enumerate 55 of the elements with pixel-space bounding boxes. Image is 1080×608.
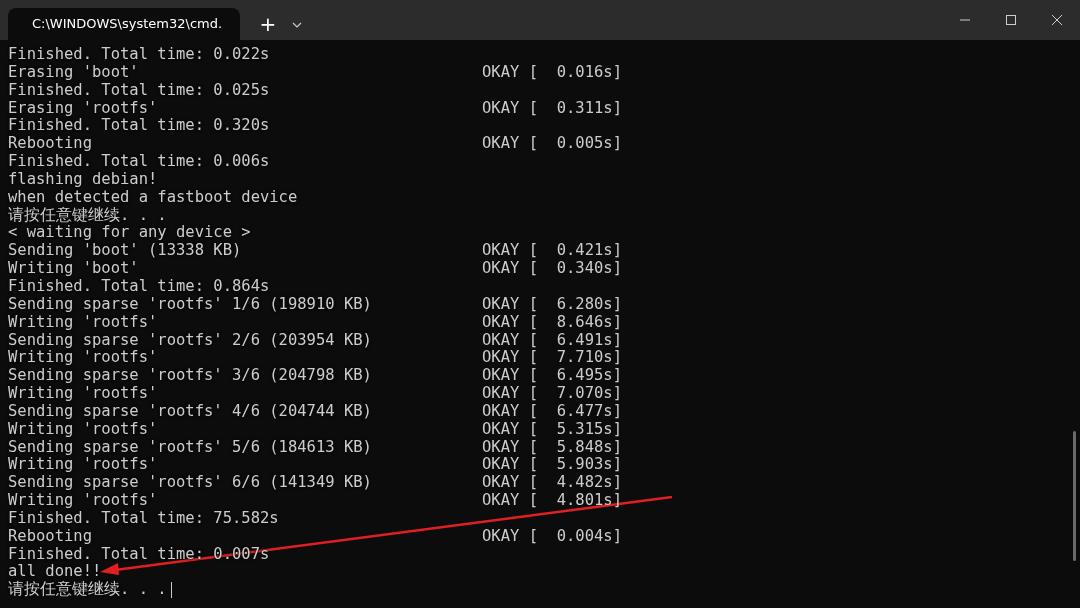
console-line: < waiting for any device > — [8, 224, 252, 243]
status-text: OKAY [ 0.340s] — [482, 260, 622, 278]
status-text: OKAY [ 7.710s] — [482, 349, 622, 368]
console-line: Writing 'rootfs' — [8, 349, 159, 368]
console-line: Finished. Total time: 0.006s — [8, 153, 271, 171]
console-line: 请按任意键继续. . . — [8, 581, 482, 600]
status-text: OKAY [ 5.848s] — [482, 438, 622, 457]
console-line: Sending sparse 'rootfs' 2/6 (203954 KB) — [8, 331, 373, 350]
dropdown-icon[interactable] — [292, 22, 302, 28]
status-text: OKAY [ 4.801s] — [482, 492, 622, 510]
console-line: 请按任意键继续. . . — [8, 206, 168, 225]
console-line: Writing 'rootfs' — [8, 385, 159, 403]
console-line: Writing 'rootfs' — [8, 456, 159, 475]
status-text: OKAY [ 6.495s] — [482, 367, 622, 386]
console-line: Writing 'rootfs' — [8, 420, 159, 439]
status-text: OKAY [ 8.646s] — [482, 313, 622, 332]
console-line: Sending sparse 'rootfs' 1/6 (198910 KB) — [8, 295, 373, 314]
console-line: all done!! — [8, 563, 102, 581]
status-text: OKAY [ 0.004s] — [482, 527, 622, 546]
console-line: Writing 'boot' — [8, 260, 140, 278]
terminal-tab[interactable]: C:\WINDOWS\system32\cmd. — [8, 8, 240, 40]
console-line: Finished. Total time: 0.025s — [8, 81, 271, 100]
new-tab-button[interactable]: + — [252, 8, 284, 40]
console-line: Sending sparse 'rootfs' 4/6 (204744 KB) — [8, 402, 373, 421]
console-line: Sending sparse 'rootfs' 5/6 (184613 KB) — [8, 438, 373, 457]
console-line: flashing debian! — [8, 170, 159, 189]
status-text: OKAY [ 0.311s] — [482, 99, 622, 118]
status-text: OKAY [ 6.491s] — [482, 331, 622, 350]
status-text: OKAY [ 5.315s] — [482, 420, 622, 439]
console-line: Sending 'boot' (13338 KB) — [8, 242, 243, 261]
maximize-icon — [1006, 15, 1016, 25]
tab-title: C:\WINDOWS\system32\cmd. — [32, 15, 223, 34]
console-line: Erasing 'boot' — [8, 63, 140, 82]
status-text: OKAY [ 4.482s] — [482, 474, 622, 493]
close-icon — [1052, 15, 1062, 25]
console-line: Sending sparse 'rootfs' 6/6 (141349 KB) — [8, 474, 373, 493]
console-line: when detected a fastboot device — [8, 188, 299, 206]
console-line: Erasing 'rootfs' — [8, 99, 159, 118]
status-text: OKAY [ 0.421s] — [482, 242, 622, 261]
console-line: Finished. Total time: 0.022s — [8, 46, 271, 64]
status-text: OKAY [ 5.903s] — [482, 456, 622, 475]
status-text: OKAY [ 7.070s] — [482, 385, 622, 403]
console-line: Sending sparse 'rootfs' 3/6 (204798 KB) — [8, 367, 373, 386]
console-line: Finished. Total time: 0.864s — [8, 277, 271, 296]
status-text: OKAY [ 6.280s] — [482, 295, 622, 314]
status-text: OKAY [ 0.005s] — [482, 135, 622, 154]
minimize-icon — [960, 19, 970, 21]
console-line: Rebooting — [8, 527, 93, 546]
console-line: Writing 'rootfs' — [8, 492, 159, 510]
console-line: Writing 'rootfs' — [8, 313, 159, 332]
status-text: OKAY [ 6.477s] — [482, 402, 622, 421]
console-line: Finished. Total time: 75.582s — [8, 509, 280, 528]
console-line: Rebooting — [8, 135, 93, 154]
console-line: Finished. Total time: 0.320s — [8, 117, 271, 136]
status-text: OKAY [ 0.016s] — [482, 63, 622, 82]
